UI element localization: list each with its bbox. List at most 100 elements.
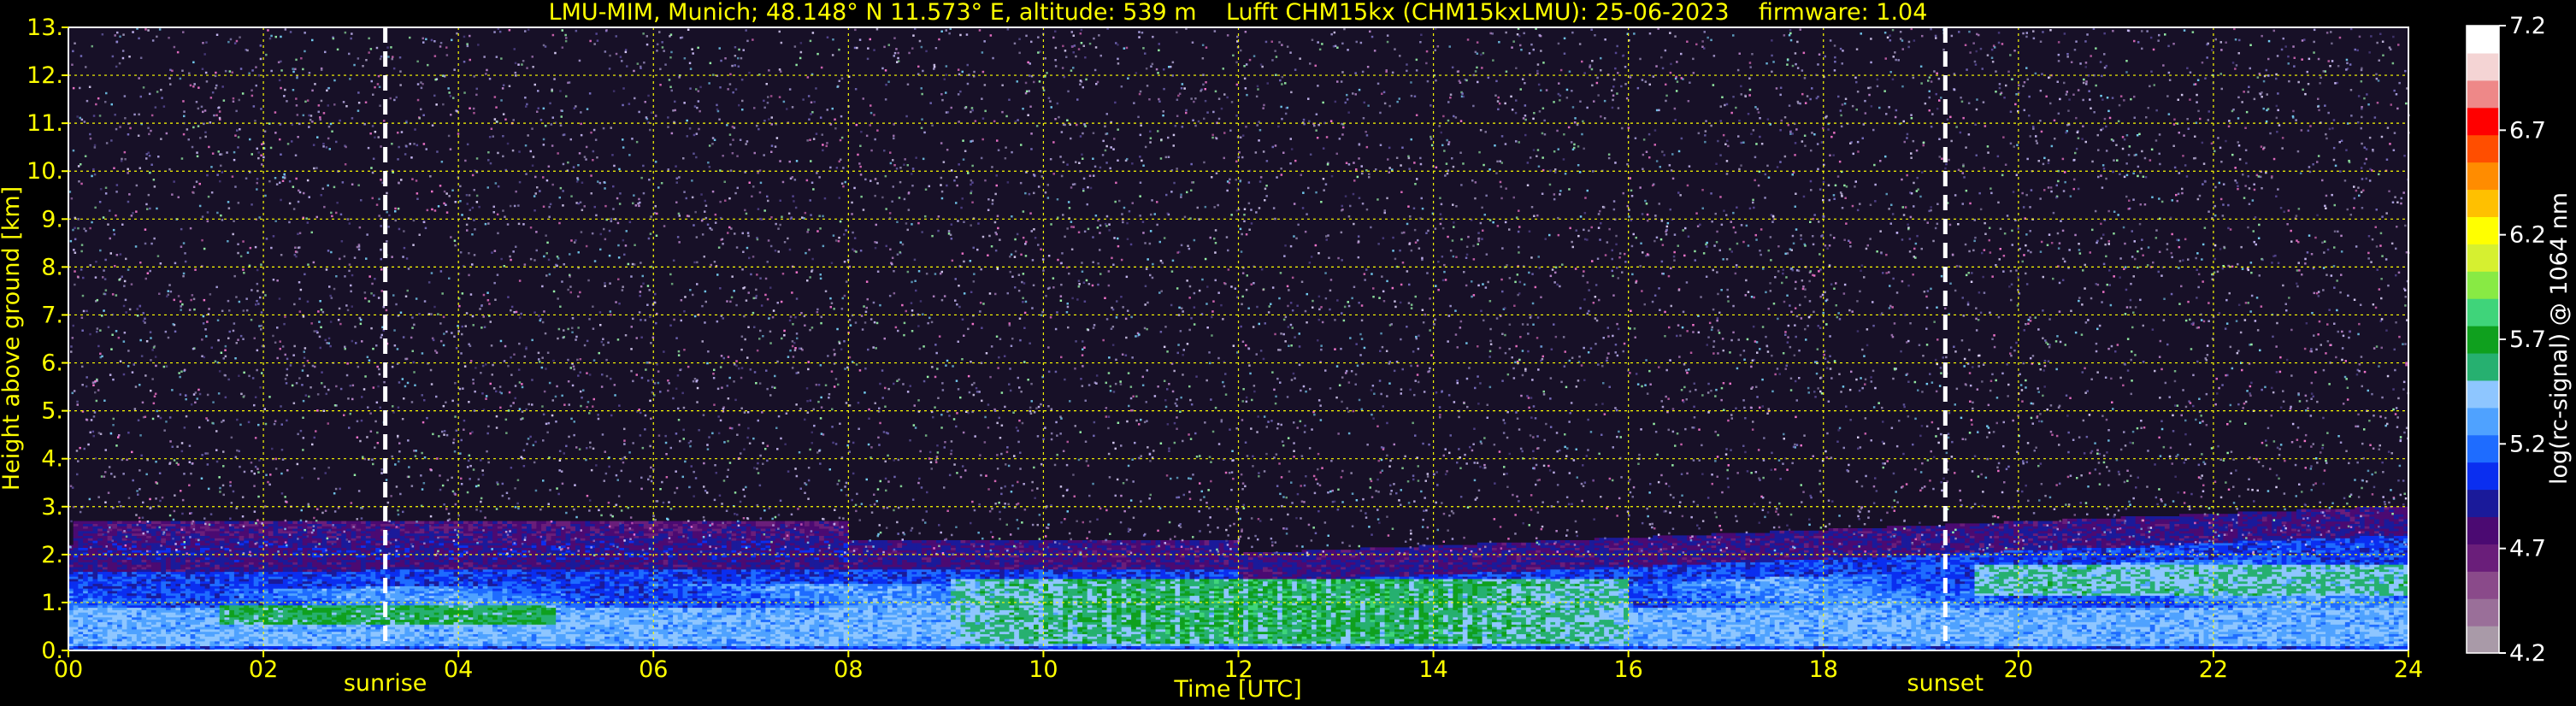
heatmap-cell [404, 621, 410, 624]
heatmap-cell [458, 560, 463, 562]
heatmap-cell [274, 621, 279, 624]
heatmap-cell [93, 621, 98, 624]
heatmap-cell [415, 560, 420, 562]
heatmap-cell [449, 560, 454, 562]
heatmap-cell [483, 621, 488, 624]
heatmap-cell [117, 560, 122, 562]
heatmap-cell [410, 521, 415, 524]
heatmap-cell [292, 560, 298, 562]
heatmap-cell [512, 621, 517, 624]
heatmap-cell [234, 621, 239, 624]
heatmap-cell [88, 521, 93, 524]
heatmap-cell [390, 560, 395, 562]
heatmap-cell [492, 621, 498, 624]
chart-title: LMU-MIM, Munich; 48.148° N 11.573° E, al… [549, 0, 1928, 26]
heatmap-cell [498, 521, 503, 524]
heatmap-cell [166, 521, 171, 524]
heatmap-cell [473, 521, 478, 524]
heatmap-cell [146, 560, 151, 562]
heatmap-cell [371, 560, 376, 562]
heatmap-cell [303, 560, 308, 562]
heatmap-cell [239, 560, 245, 562]
heatmap-cell [332, 521, 337, 524]
heatmap-cell [337, 621, 342, 624]
heatmap-cell [274, 560, 279, 562]
heatmap-cell [122, 521, 127, 524]
heatmap-cell [449, 621, 454, 624]
heatmap-cell [361, 560, 366, 562]
heatmap-cell [420, 560, 425, 562]
heatmap-cell [83, 621, 88, 624]
heatmap-cell [161, 521, 166, 524]
heatmap-cell [263, 560, 268, 562]
heatmap-cell [180, 560, 186, 562]
heatmap-cell [137, 621, 142, 624]
heatmap-cell [97, 621, 103, 624]
heatmap-cell [112, 521, 117, 524]
heatmap-cell [283, 621, 288, 624]
heatmap-cell [161, 560, 166, 562]
heatmap-cell [487, 560, 492, 562]
heatmap-cell [146, 621, 151, 624]
heatmap-cell [249, 560, 254, 562]
heatmap-cell [303, 621, 308, 624]
heatmap-cell [469, 560, 474, 562]
heatmap-cell [351, 560, 357, 562]
heatmap-cell [244, 521, 249, 524]
heatmap-cell [151, 621, 156, 624]
heatmap-cell [298, 521, 303, 524]
heatmap-cell [234, 521, 239, 524]
heatmap-cell [288, 521, 293, 524]
heatmap-cell [463, 621, 469, 624]
heatmap-cell [498, 621, 503, 624]
heatmap-cell [420, 621, 425, 624]
heatmap-cell [132, 560, 137, 562]
heatmap-cell [186, 621, 191, 624]
heatmap-cell [74, 560, 79, 562]
heatmap-cell [108, 621, 113, 624]
heatmap-cell [410, 560, 415, 562]
heatmap-cell [298, 560, 303, 562]
heatmap-cell [88, 621, 93, 624]
heatmap-cell [225, 621, 230, 624]
heatmap-cell [161, 621, 166, 624]
heatmap-cell [346, 560, 351, 562]
heatmap-cell [332, 621, 337, 624]
heatmap-cell [175, 621, 180, 624]
heatmap-cell [132, 521, 137, 524]
heatmap-cell [375, 521, 380, 524]
heatmap-cell [375, 560, 380, 562]
heatmap-cell [229, 560, 234, 562]
heatmap-cell [142, 560, 147, 562]
heatmap-cell [371, 621, 376, 624]
heatmap-cell [429, 521, 434, 524]
heatmap-cell [371, 521, 376, 524]
heatmap-cell [122, 621, 127, 624]
heatmap-cell [268, 621, 274, 624]
heatmap-cell [239, 521, 245, 524]
heatmap-cell [503, 621, 508, 624]
heatmap-cell [142, 621, 147, 624]
heatmap-cell [317, 560, 322, 562]
heatmap-cell [93, 560, 98, 562]
heatmap-cell [283, 560, 288, 562]
heatmap-cell [234, 560, 239, 562]
heatmap-cell [175, 560, 180, 562]
heatmap-cell [327, 560, 332, 562]
heatmap-cell [166, 560, 171, 562]
heatmap-cell [498, 560, 503, 562]
heatmap-cell [108, 560, 113, 562]
heatmap-cell [298, 621, 303, 624]
heatmap-cell [380, 521, 386, 524]
heatmap-cell [420, 521, 425, 524]
heatmap-cell [244, 621, 249, 624]
heatmap-cell [492, 560, 498, 562]
heatmap-cell [209, 621, 215, 624]
heatmap-cell [449, 521, 454, 524]
heatmap-cell [200, 560, 205, 562]
heatmap-cell [317, 521, 322, 524]
heatmap-cell [317, 621, 322, 624]
heatmap-cell [127, 521, 132, 524]
heatmap-cell [356, 560, 361, 562]
heatmap-cell [327, 521, 332, 524]
